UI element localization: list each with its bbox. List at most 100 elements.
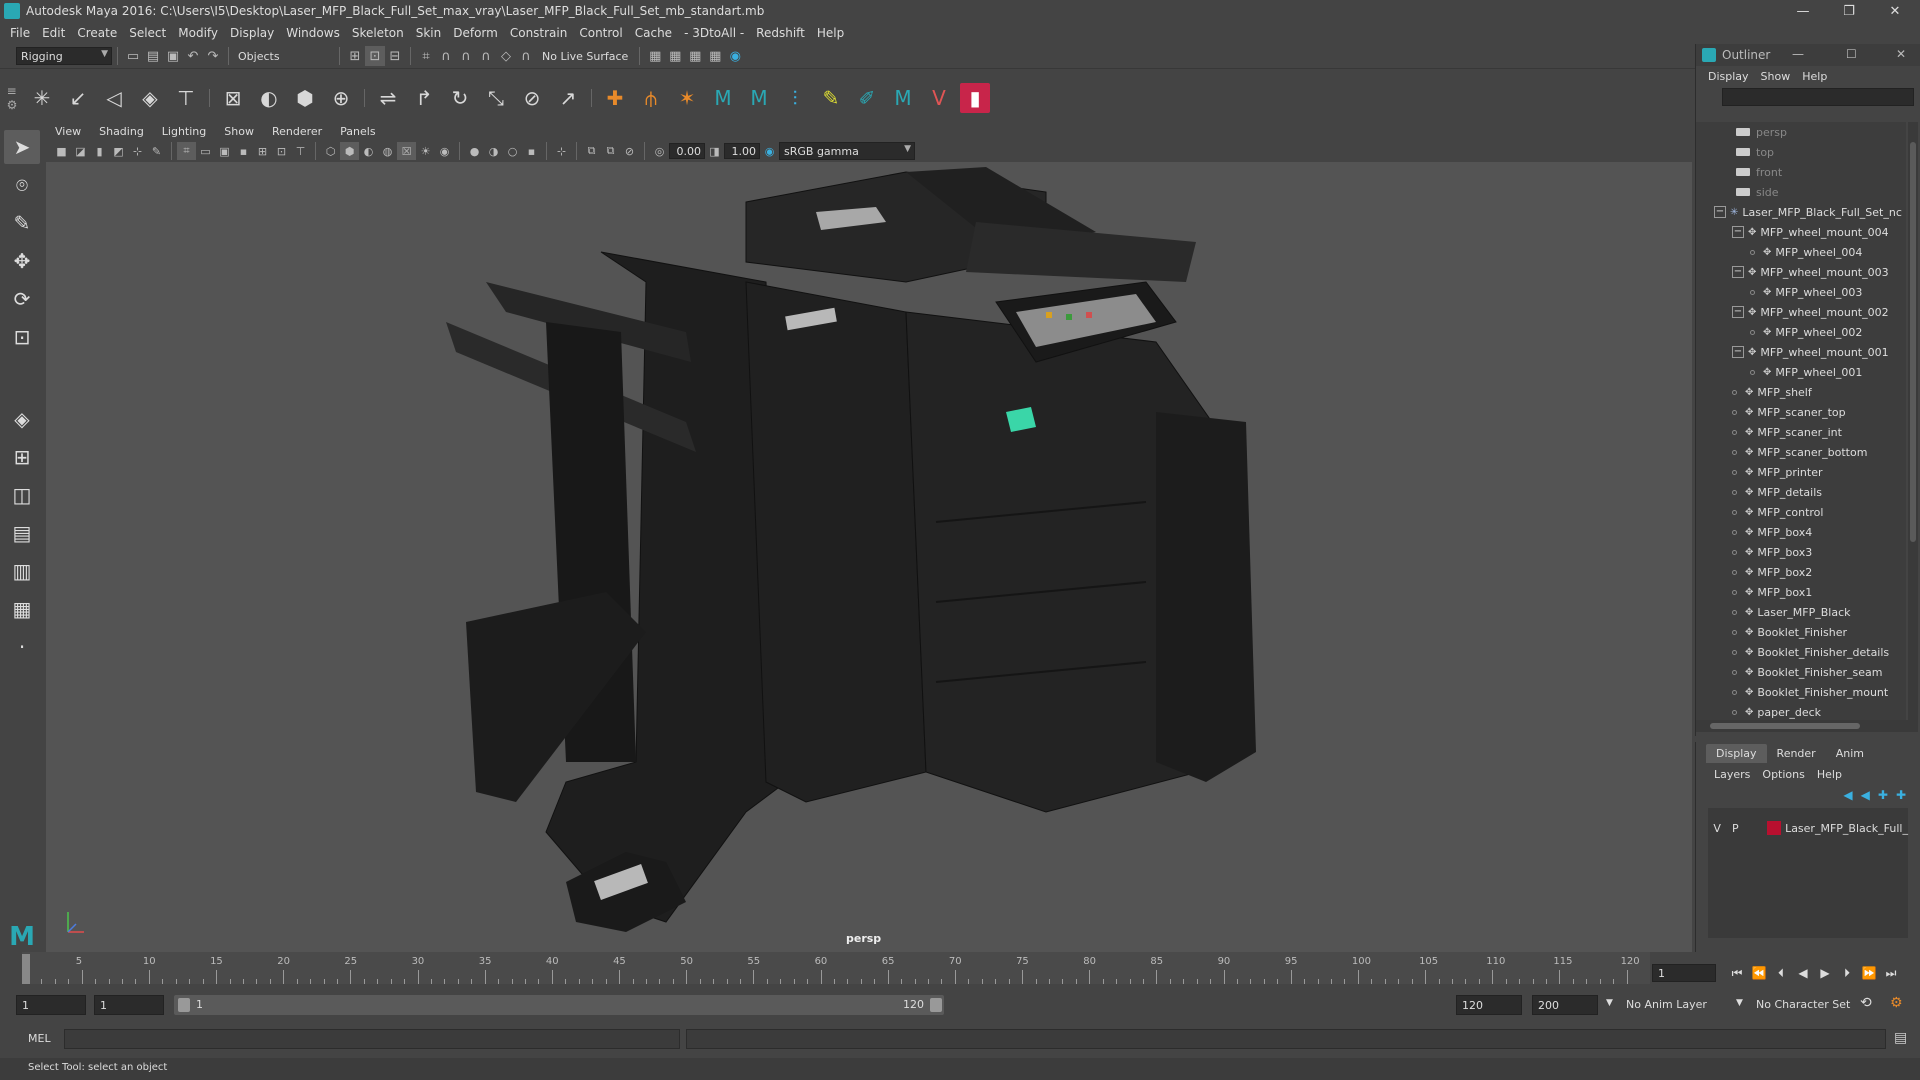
wireframe-on-shaded-icon[interactable]: ◐: [359, 142, 378, 160]
xray-active-icon[interactable]: ⧉: [601, 142, 620, 160]
go-to-end-button[interactable]: ⏭: [1880, 964, 1902, 982]
layer-visibility-toggle[interactable]: V: [1708, 822, 1726, 835]
color-space-dropdown[interactable]: sRGB gamma ▼: [779, 142, 915, 160]
rotate-tool-icon[interactable]: ⟳: [4, 282, 40, 316]
outliner-row[interactable]: ✥ MFP_scaner_bottom: [1696, 442, 1906, 462]
bookmark-icon[interactable]: ▮: [90, 142, 109, 160]
gate-mask-icon[interactable]: ▪: [234, 142, 253, 160]
select-component-icon[interactable]: ⊟: [385, 46, 405, 66]
move-layer-up-icon[interactable]: ◀: [1843, 788, 1852, 802]
outliner-row[interactable]: ✥ MFP_wheel_004: [1696, 242, 1906, 262]
menu-item[interactable]: Display: [224, 26, 280, 40]
constraint-icon[interactable]: ⊤: [171, 83, 201, 113]
close-button[interactable]: ✕: [1872, 0, 1918, 22]
menu-item[interactable]: Deform: [447, 26, 504, 40]
anim-layer-dropdown[interactable]: No Anim Layer: [1626, 998, 1707, 1011]
layout-more-icon[interactable]: ·: [4, 630, 40, 664]
scale-constraint-icon[interactable]: ⤡: [481, 83, 511, 113]
chart-icon[interactable]: ▮: [960, 82, 990, 113]
outliner-row[interactable]: ✥ Booklet_Finisher_seam: [1696, 662, 1906, 682]
new-layer-icon[interactable]: ✚: [1878, 788, 1888, 802]
outliner-menu-item[interactable]: Show: [1755, 70, 1797, 83]
aim-constraint-icon[interactable]: ⊘: [517, 83, 547, 113]
lattice-icon[interactable]: ⬢: [290, 83, 320, 113]
channel-tab[interactable]: Anim: [1826, 744, 1874, 763]
undo-icon[interactable]: ↶: [183, 46, 203, 66]
collapse-toggle-icon[interactable]: −: [1732, 346, 1744, 358]
layout-four-icon[interactable]: ⊞: [4, 440, 40, 474]
menu-item[interactable]: - 3DtoAll -: [678, 26, 750, 40]
live-surface-label[interactable]: No Live Surface: [542, 50, 628, 63]
playhead[interactable]: [22, 954, 30, 984]
ik-handle-icon[interactable]: ↙: [63, 83, 93, 113]
layout-single-icon[interactable]: ◈: [4, 402, 40, 436]
ipr-render-icon[interactable]: ▦: [685, 46, 705, 66]
time-slider-track[interactable]: 1 51015202530354045505560657075808590951…: [22, 952, 1650, 984]
layer-color-swatch[interactable]: [1766, 821, 1782, 835]
viewport-menu-item[interactable]: Renderer: [263, 125, 331, 138]
script-editor-icon[interactable]: ▤: [1894, 1030, 1907, 1046]
parent-constraint-icon[interactable]: ⇌: [373, 83, 403, 113]
outliner-maximize-button[interactable]: ☐: [1846, 47, 1857, 61]
menuset-dropdown[interactable]: Rigging ▼: [16, 47, 112, 65]
new-scene-icon[interactable]: ▭: [123, 46, 143, 66]
camera-attr-icon[interactable]: ◪: [71, 142, 90, 160]
magnet-icon[interactable]: ∩: [516, 46, 536, 66]
step-back-key-button[interactable]: ⏪: [1748, 964, 1770, 982]
smooth-bind-icon[interactable]: ◐: [254, 83, 284, 113]
outliner-row[interactable]: − ✥ MFP_wheel_mount_004: [1696, 222, 1906, 242]
render-view-icon[interactable]: ▦: [645, 46, 665, 66]
layer-menu-item[interactable]: Layers: [1708, 768, 1756, 781]
menu-item[interactable]: Edit: [36, 26, 71, 40]
outliner-row[interactable]: persp: [1696, 122, 1906, 142]
outliner-vscrollbar[interactable]: [1908, 122, 1918, 720]
paint-select-icon[interactable]: ✎: [4, 206, 40, 240]
ao-icon[interactable]: ◉: [435, 142, 454, 160]
shadows-icon[interactable]: ☀: [416, 142, 435, 160]
outliner-row[interactable]: ✥ MFP_scaner_top: [1696, 402, 1906, 422]
menu-item[interactable]: Constrain: [504, 26, 574, 40]
outliner-row[interactable]: ✥ MFP_details: [1696, 482, 1906, 502]
menu-item[interactable]: Control: [573, 26, 628, 40]
outliner-row[interactable]: ✥ Booklet_Finisher: [1696, 622, 1906, 642]
restore-button[interactable]: ❐: [1826, 0, 1872, 22]
outliner-row[interactable]: ✥ Booklet_Finisher_details: [1696, 642, 1906, 662]
2d-pan-icon[interactable]: ⊹: [128, 142, 147, 160]
collapse-toggle-icon[interactable]: −: [1732, 226, 1744, 238]
snap-view-icon[interactable]: ∩: [476, 46, 496, 66]
command-language-label[interactable]: MEL: [28, 1032, 51, 1045]
outliner-row[interactable]: ✥ MFP_wheel_001: [1696, 362, 1906, 382]
menu-item[interactable]: Skeleton: [346, 26, 410, 40]
gamma-icon[interactable]: ◨: [705, 142, 724, 160]
selection-mode-dropdown[interactable]: Objects: [234, 47, 334, 65]
maya-m-icon[interactable]: M: [708, 83, 738, 113]
smooth-shade-icon[interactable]: ⬢: [340, 142, 359, 160]
outliner-row[interactable]: − ✳ Laser_MFP_Black_Full_Set_nc: [1696, 202, 1906, 222]
select-object-icon[interactable]: ⊡: [365, 46, 385, 66]
gamma-field[interactable]: 1.00: [724, 143, 760, 159]
end-time-field[interactable]: 200: [1532, 995, 1598, 1015]
outliner-row[interactable]: ✥ MFP_box4: [1696, 522, 1906, 542]
layer-menu-item[interactable]: Options: [1756, 768, 1810, 781]
layer-row[interactable]: V P Laser_MFP_Black_Full_: [1708, 818, 1908, 838]
step-forward-frame-button[interactable]: ⏵: [1836, 964, 1858, 982]
wire-icon[interactable]: V: [924, 83, 954, 113]
menu-item[interactable]: Create: [71, 26, 123, 40]
viewport-persp[interactable]: persp: [46, 162, 1692, 952]
grid-icon[interactable]: ⌗: [177, 142, 196, 160]
outliner-search-input[interactable]: [1722, 88, 1914, 106]
playback-start-field[interactable]: 1: [94, 995, 164, 1015]
current-frame-field[interactable]: 1: [1652, 964, 1716, 982]
outliner-close-button[interactable]: ✕: [1896, 47, 1906, 61]
outliner-row[interactable]: ✥ MFP_scaner_int: [1696, 422, 1906, 442]
outliner-row[interactable]: side: [1696, 182, 1906, 202]
move-tool-icon[interactable]: ✥: [4, 244, 40, 278]
outliner-row[interactable]: ✥ Laser_MFP_Black: [1696, 602, 1906, 622]
outliner-row[interactable]: ✥ Booklet_Finisher_mount: [1696, 682, 1906, 702]
bind-skin-icon[interactable]: ⊠: [218, 83, 248, 113]
xray-joints-icon[interactable]: ⧉: [582, 142, 601, 160]
scale-tool-icon[interactable]: ⊡: [4, 320, 40, 354]
open-scene-icon[interactable]: ▤: [143, 46, 163, 66]
outliner-menu-item[interactable]: Help: [1796, 70, 1833, 83]
viewport-menu-item[interactable]: Panels: [331, 125, 384, 138]
